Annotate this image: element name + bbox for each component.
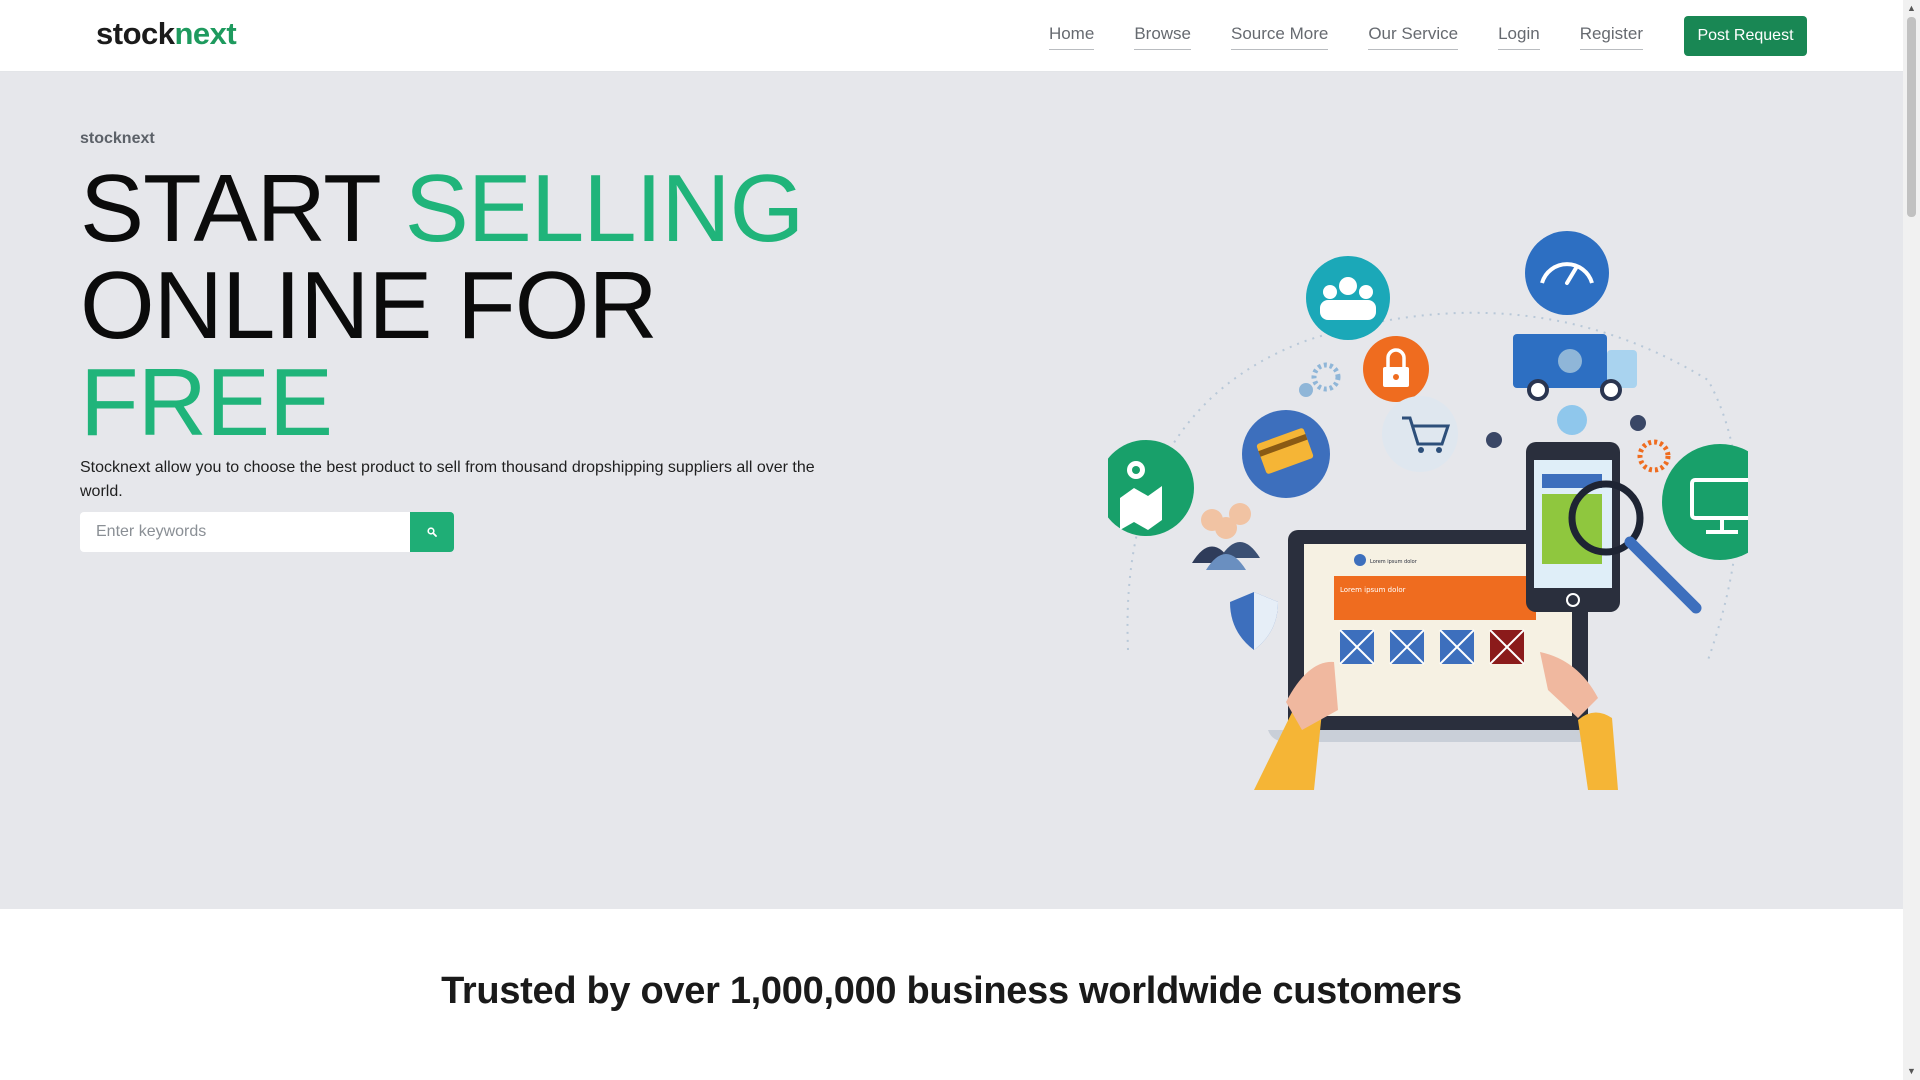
scroll-down-arrow-icon[interactable]: ▼	[1903, 1063, 1920, 1080]
nav-login-link[interactable]: Login	[1498, 22, 1540, 50]
headline-start: START	[80, 155, 380, 262]
headline-free: FREE	[80, 349, 333, 456]
laptop-headline: Lorem ipsum dolor	[1340, 586, 1406, 594]
search-button[interactable]	[410, 512, 454, 552]
nav-source-more-link[interactable]: Source More	[1231, 22, 1329, 50]
trusted-heading: Trusted by over 1,000,000 business world…	[441, 970, 1462, 1012]
padlock-icon	[1363, 336, 1429, 402]
hero-eyebrow: stocknext	[80, 130, 155, 147]
hero-headline: START SELLING ONLINE FOR FREE	[80, 160, 804, 451]
delivery-truck-icon	[1513, 334, 1637, 401]
people-group-icon	[1306, 256, 1390, 340]
shopping-cart-icon	[1382, 396, 1458, 472]
laptop-title: Lorem ipsum dolor	[1370, 559, 1418, 565]
page-scrollbar[interactable]: ▲ ▼	[1903, 0, 1920, 1080]
credit-card-icon	[1242, 410, 1330, 498]
desktop-monitor-icon	[1662, 444, 1748, 560]
search-bar	[80, 512, 454, 552]
shield-icon	[1230, 592, 1278, 650]
nav-browse-link[interactable]: Browse	[1134, 22, 1191, 50]
scroll-up-arrow-icon[interactable]: ▲	[1903, 0, 1920, 17]
search-input[interactable]	[80, 512, 410, 552]
search-icon	[427, 527, 437, 537]
post-request-button[interactable]: Post Request	[1684, 16, 1807, 56]
scroll-thumb[interactable]	[1907, 17, 1916, 217]
logo[interactable]: stocknext	[96, 14, 237, 54]
ecommerce-illustration: Lorem ipsum dolor Lorem ipsum dolor	[1108, 231, 1748, 790]
map-location-icon	[1108, 440, 1194, 536]
hero-section: stocknext START SELLING ONLINE FOR FREE …	[0, 72, 1903, 909]
team-people-icon	[1192, 503, 1260, 570]
main-nav: Home Browse Source More Our Service Logi…	[1048, 22, 1643, 50]
speedometer-icon	[1525, 231, 1609, 315]
top-navbar: stocknext Home Browse Source More Our Se…	[0, 0, 1903, 72]
hero-description: Stocknext allow you to choose the best p…	[80, 459, 815, 500]
nav-our-service-link[interactable]: Our Service	[1368, 22, 1459, 50]
logo-text-next: next	[174, 16, 237, 51]
headline-online-for: ONLINE FOR	[80, 252, 658, 359]
logo-text-stock: stock	[96, 16, 175, 51]
nav-home-link[interactable]: Home	[1048, 22, 1095, 50]
headline-selling: SELLING	[404, 155, 805, 262]
nav-register-link[interactable]: Register	[1579, 22, 1643, 50]
gears-icon	[1299, 362, 1341, 397]
